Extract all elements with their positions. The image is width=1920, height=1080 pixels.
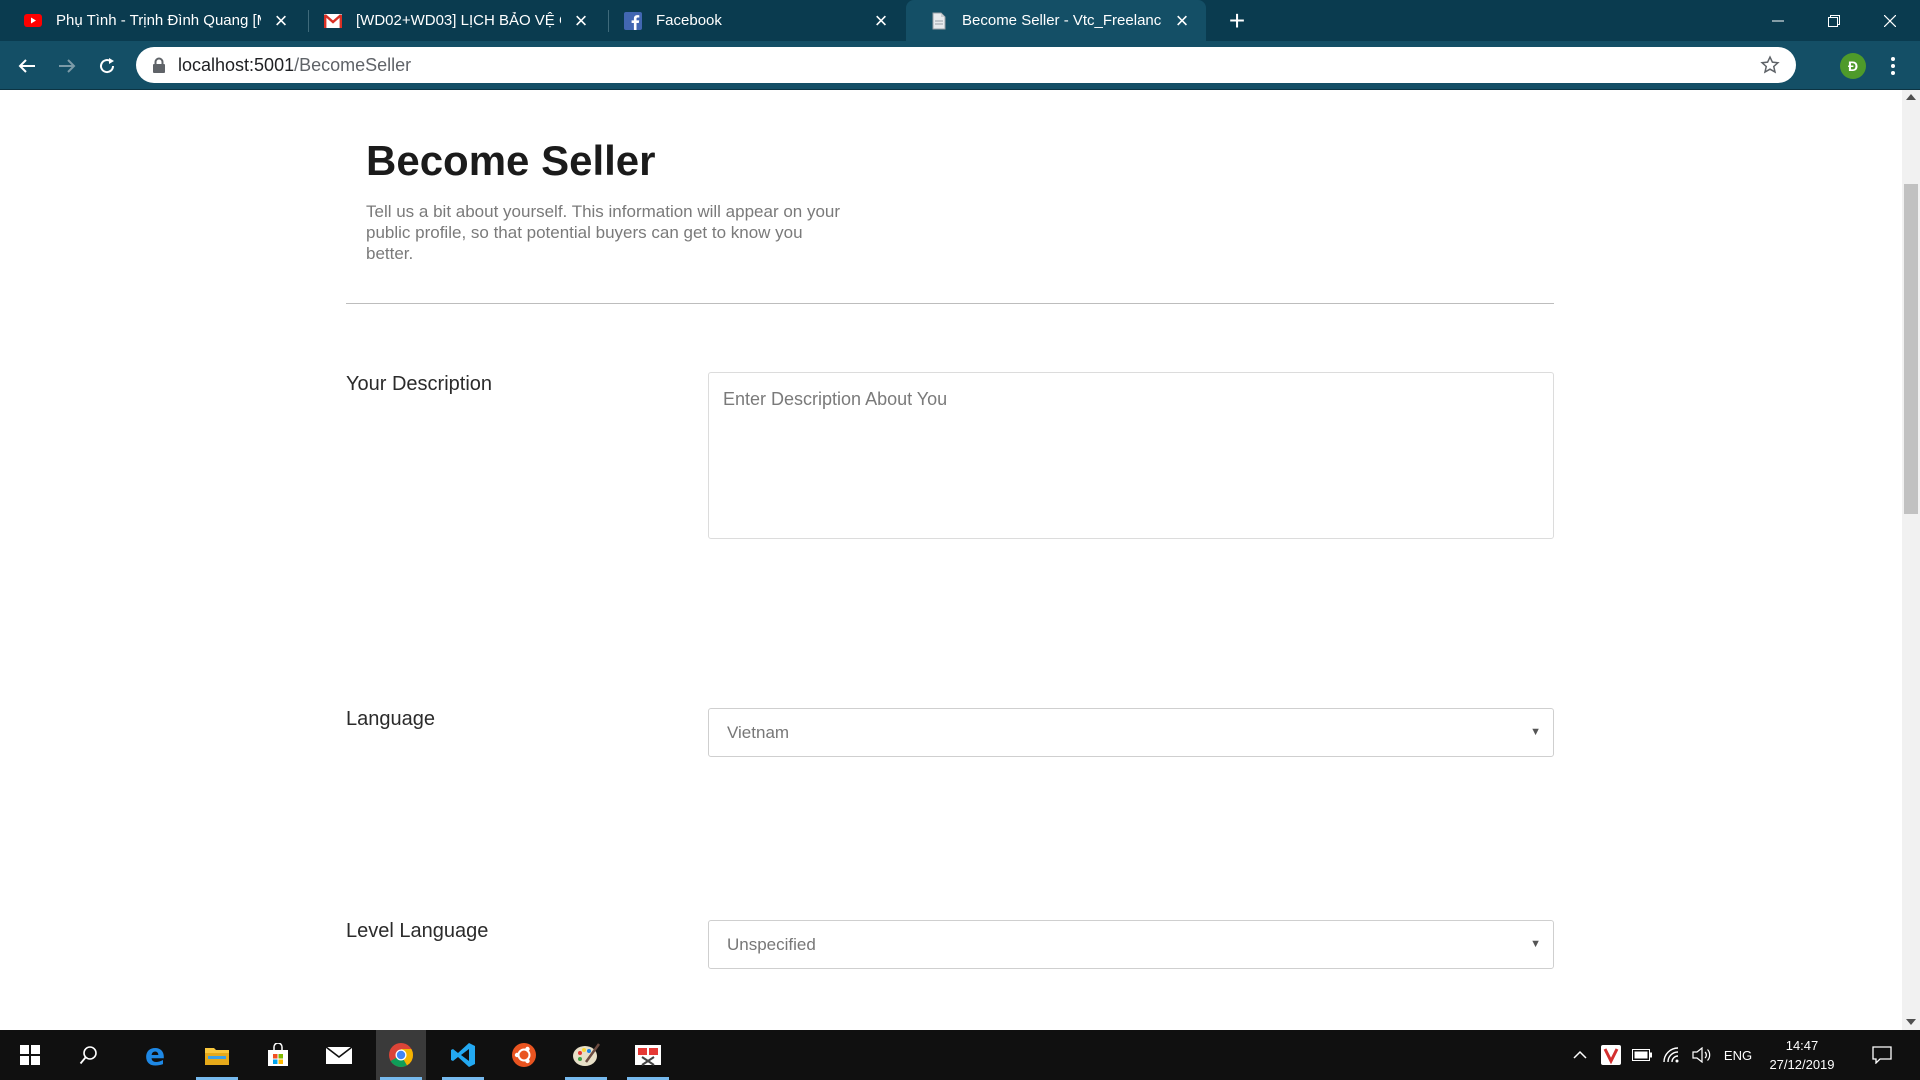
minimize-window-button[interactable] [1750, 0, 1806, 41]
page-intro: Tell us a bit about yourself. This infor… [366, 202, 841, 263]
close-window-button[interactable] [1862, 0, 1918, 41]
restore-icon [1828, 14, 1840, 27]
snipping-tool-icon [635, 1045, 661, 1066]
tab-title: [WD02+WD03] LỊCH BẢO VỆ CHỦ [356, 12, 561, 29]
browser-tab-strip: Phụ Tình - Trịnh Đình Quang [MV × [WD02+… [0, 0, 1920, 41]
scrollbar-thumb[interactable] [1904, 184, 1918, 514]
new-tab-button[interactable]: + [1222, 5, 1252, 36]
close-icon [1884, 14, 1896, 27]
taskbar-search-button[interactable] [64, 1030, 114, 1080]
language-label: Language [346, 708, 435, 730]
tab-title: Become Seller - Vtc_Freelancer [962, 12, 1162, 29]
start-button[interactable] [5, 1030, 55, 1080]
wifi-icon [1663, 1047, 1679, 1063]
vscode-icon [451, 1043, 475, 1067]
caret-down-icon: ▼ [1530, 726, 1541, 738]
scroll-up-arrow-icon[interactable] [1906, 94, 1916, 100]
taskbar-snipping-tool[interactable] [623, 1030, 673, 1080]
ubuntu-icon [512, 1043, 536, 1067]
description-label: Your Description [346, 373, 493, 395]
paint-icon [573, 1043, 600, 1066]
search-icon [79, 1046, 97, 1065]
scroll-down-arrow-icon[interactable] [1906, 1019, 1916, 1025]
taskbar-edge[interactable]: e [130, 1030, 180, 1080]
tab-youtube[interactable]: Phụ Tình - Trịnh Đình Quang [MV × [0, 0, 305, 41]
edge-icon: e [144, 1037, 166, 1073]
browser-menu-button[interactable] [1880, 53, 1906, 79]
tray-wifi[interactable] [1658, 1030, 1686, 1080]
file-explorer-icon [205, 1048, 229, 1065]
star-icon [1760, 55, 1780, 74]
chevron-up-icon [1573, 1050, 1587, 1059]
url-path: /BecomeSeller [294, 55, 412, 75]
tab-title: Phụ Tình - Trịnh Đình Quang [MV [56, 12, 261, 29]
section-divider [346, 303, 1554, 304]
chrome-icon [389, 1043, 413, 1068]
minimize-icon [1772, 20, 1784, 21]
url-text: localhost:5001/BecomeSeller [178, 55, 411, 76]
tab-become-seller[interactable]: Become Seller - Vtc_Freelancer × [906, 0, 1206, 41]
tray-vivaldi[interactable] [1598, 1030, 1624, 1080]
arrow-right-icon [59, 59, 76, 73]
close-tab-icon[interactable]: × [869, 8, 893, 33]
mail-icon [325, 1046, 353, 1064]
tray-input-language[interactable]: ENG [1718, 1030, 1758, 1080]
url-host: localhost:5001 [178, 55, 295, 75]
notification-icon [1872, 1046, 1892, 1064]
arrow-left-icon [18, 59, 35, 73]
taskbar-ubuntu[interactable] [499, 1030, 549, 1080]
taskbar-clock[interactable]: 14:47 27/12/2019 [1760, 1036, 1844, 1074]
taskbar-store[interactable] [253, 1030, 303, 1080]
restore-window-button[interactable] [1806, 0, 1862, 41]
page-scrollbar[interactable] [1902, 90, 1920, 1030]
page-title: Become Seller [366, 137, 656, 184]
close-tab-icon[interactable]: × [269, 8, 293, 33]
reload-button[interactable] [91, 50, 123, 82]
input-language-text: ENG [1723, 1047, 1753, 1063]
close-tab-icon[interactable]: × [1170, 8, 1194, 33]
lock-icon[interactable] [152, 57, 166, 73]
description-textarea[interactable] [708, 372, 1554, 539]
tab-gmail[interactable]: [WD02+WD03] LỊCH BẢO VỆ CHỦ × [300, 0, 605, 41]
gmail-icon [324, 12, 342, 30]
tab-title: Facebook [656, 12, 722, 29]
level-language-select[interactable]: Unspecified ▼ [708, 920, 1554, 969]
taskbar-file-explorer[interactable] [192, 1030, 242, 1080]
taskbar-vscode[interactable] [438, 1030, 488, 1080]
back-button[interactable] [11, 50, 43, 82]
profile-avatar[interactable]: Đ [1840, 53, 1866, 79]
clock-time: 14:47 [1785, 1038, 1819, 1053]
taskbar-chrome[interactable] [376, 1030, 426, 1080]
page-icon [930, 12, 948, 30]
language-selected-value: Vietnam [727, 723, 790, 742]
youtube-icon [24, 12, 42, 30]
vivaldi-icon [1601, 1045, 1621, 1065]
action-center-button[interactable] [1862, 1030, 1902, 1080]
clock-date: 27/12/2019 [1769, 1057, 1835, 1072]
facebook-icon [624, 11, 642, 30]
language-select[interactable]: Vietnam ▼ [708, 708, 1554, 757]
store-icon [268, 1043, 288, 1066]
level-language-label: Level Language [346, 920, 489, 942]
level-language-selected-value: Unspecified [727, 935, 816, 954]
bookmark-star-button[interactable] [1758, 53, 1782, 77]
battery-icon [1632, 1049, 1652, 1061]
windows-taskbar: e ENG 14:47 27/12/2019 [0, 1030, 1920, 1080]
tab-facebook[interactable]: Facebook × [600, 0, 905, 41]
browser-toolbar: localhost:5001/BecomeSeller Đ [0, 41, 1920, 90]
page-viewport: Become Seller Tell us a bit about yourse… [0, 90, 1902, 1030]
taskbar-paint[interactable] [561, 1030, 611, 1080]
show-hidden-icons-button[interactable] [1568, 1030, 1592, 1080]
caret-down-icon: ▼ [1530, 938, 1541, 950]
address-bar[interactable]: localhost:5001/BecomeSeller [136, 47, 1796, 83]
forward-button[interactable] [51, 50, 83, 82]
tray-battery[interactable] [1628, 1030, 1656, 1080]
speaker-icon [1692, 1047, 1711, 1063]
tray-volume[interactable] [1688, 1030, 1716, 1080]
windows-start-icon [20, 1045, 40, 1065]
taskbar-mail[interactable] [314, 1030, 364, 1080]
reload-icon [100, 58, 115, 74]
close-tab-icon[interactable]: × [569, 8, 593, 33]
